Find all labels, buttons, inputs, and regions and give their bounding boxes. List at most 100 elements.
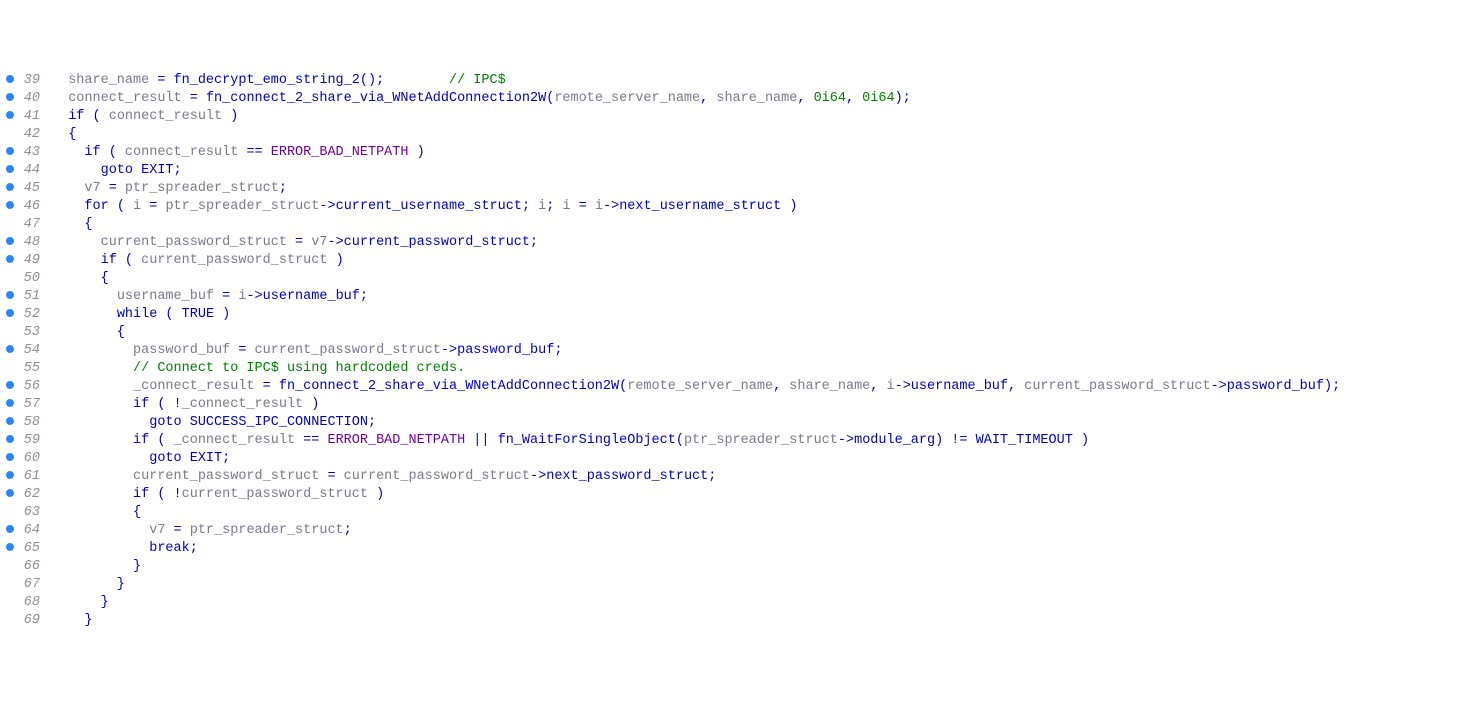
code-line[interactable]: v7 = ptr_spreader_struct; (52, 522, 1457, 540)
code-line[interactable]: v7 = ptr_spreader_struct; (52, 180, 1457, 198)
code-line[interactable]: // Connect to IPC$ using hardcoded creds… (52, 360, 1457, 378)
token-var: current_password_struct (1024, 379, 1210, 394)
gutter-line[interactable]: 45 (0, 180, 48, 198)
gutter-line[interactable]: 67 (0, 576, 48, 594)
gutter-line[interactable]: 41 (0, 108, 48, 126)
breakpoint-icon[interactable] (0, 432, 16, 450)
gutter-line[interactable]: 65 (0, 540, 48, 558)
breakpoint-icon[interactable] (0, 522, 16, 540)
gutter-line[interactable]: 68 (0, 594, 48, 612)
gutter-line[interactable]: 59 (0, 432, 48, 450)
gutter-line[interactable]: 40 (0, 90, 48, 108)
gutter-line[interactable]: 62 (0, 486, 48, 504)
code-line[interactable]: _connect_result = fn_connect_2_share_via… (52, 378, 1457, 396)
breakpoint-icon[interactable] (0, 144, 16, 162)
code-line[interactable]: { (52, 270, 1457, 288)
code-pane[interactable]: share_name = fn_decrypt_emo_string_2(); … (48, 72, 1457, 630)
gutter-line[interactable]: 60 (0, 450, 48, 468)
token-op: ) != (935, 433, 976, 448)
gutter-line[interactable]: 51 (0, 288, 48, 306)
token-punc: ( ! (149, 397, 181, 412)
gutter-line[interactable]: 43 (0, 144, 48, 162)
gutter-line[interactable]: 64 (0, 522, 48, 540)
code-line[interactable]: connect_result = fn_connect_2_share_via_… (52, 90, 1457, 108)
code-line[interactable]: goto EXIT; (52, 162, 1457, 180)
gutter-line[interactable]: 54 (0, 342, 48, 360)
code-line[interactable]: } (52, 558, 1457, 576)
token-ws (52, 451, 149, 466)
breakpoint-icon[interactable] (0, 180, 16, 198)
breakpoint-icon[interactable] (0, 162, 16, 180)
code-line[interactable]: break; (52, 540, 1457, 558)
token-kw: if (133, 487, 149, 502)
code-line[interactable]: goto EXIT; (52, 450, 1457, 468)
breakpoint-icon[interactable] (0, 450, 16, 468)
gutter-line[interactable]: 63 (0, 504, 48, 522)
code-line[interactable]: { (52, 504, 1457, 522)
gutter-line[interactable]: 61 (0, 468, 48, 486)
code-line[interactable]: } (52, 594, 1457, 612)
token-id: username_buf (911, 379, 1008, 394)
line-number: 57 (16, 396, 48, 414)
breakpoint-icon[interactable] (0, 378, 16, 396)
breakpoint-icon[interactable] (0, 234, 16, 252)
breakpoint-icon[interactable] (0, 288, 16, 306)
breakpoint-icon[interactable] (0, 198, 16, 216)
breakpoint-icon[interactable] (0, 306, 16, 324)
code-line[interactable]: { (52, 324, 1457, 342)
code-line[interactable]: { (52, 216, 1457, 234)
gutter-line[interactable]: 53 (0, 324, 48, 342)
code-line[interactable]: { (52, 126, 1457, 144)
token-id: next_username_struct (619, 199, 781, 214)
code-line[interactable]: password_buf = current_password_struct->… (52, 342, 1457, 360)
breakpoint-icon[interactable] (0, 342, 16, 360)
code-line[interactable]: if ( !_connect_result ) (52, 396, 1457, 414)
code-line[interactable]: share_name = fn_decrypt_emo_string_2(); … (52, 72, 1457, 90)
gutter-line[interactable]: 48 (0, 234, 48, 252)
breakpoint-icon[interactable] (0, 252, 16, 270)
code-line[interactable]: username_buf = i->username_buf; (52, 288, 1457, 306)
gutter-line[interactable]: 44 (0, 162, 48, 180)
gutter-line[interactable]: 55 (0, 360, 48, 378)
code-line[interactable]: current_password_struct = current_passwo… (52, 468, 1457, 486)
line-number: 51 (16, 288, 48, 306)
gutter-line[interactable]: 56 (0, 378, 48, 396)
breakpoint-icon[interactable] (0, 108, 16, 126)
gutter-line[interactable]: 58 (0, 414, 48, 432)
gutter-line[interactable]: 39 (0, 72, 48, 90)
breakpoint-icon[interactable] (0, 486, 16, 504)
token-punc: , (846, 91, 862, 106)
gutter-line[interactable]: 46 (0, 198, 48, 216)
gutter-line[interactable]: 52 (0, 306, 48, 324)
code-line[interactable]: if ( connect_result == ERROR_BAD_NETPATH… (52, 144, 1457, 162)
code-line[interactable]: } (52, 612, 1457, 630)
line-number: 60 (16, 450, 48, 468)
breakpoint-icon[interactable] (0, 396, 16, 414)
token-punc: { (52, 325, 125, 340)
breakpoint-icon[interactable] (0, 90, 16, 108)
code-line[interactable]: goto SUCCESS_IPC_CONNECTION; (52, 414, 1457, 432)
gutter-line[interactable]: 50 (0, 270, 48, 288)
breakpoint-icon[interactable] (0, 72, 16, 90)
gutter-line[interactable]: 42 (0, 126, 48, 144)
code-line[interactable]: for ( i = ptr_spreader_struct->current_u… (52, 198, 1457, 216)
token-kw: break (149, 541, 190, 556)
code-line[interactable]: while ( TRUE ) (52, 306, 1457, 324)
gutter-line[interactable]: 57 (0, 396, 48, 414)
breakpoint-icon[interactable] (0, 540, 16, 558)
token-var: v7 (149, 523, 165, 538)
breakpoint-icon[interactable] (0, 414, 16, 432)
line-number: 45 (16, 180, 48, 198)
token-punc: ( (84, 109, 108, 124)
code-line[interactable]: if ( current_password_struct ) (52, 252, 1457, 270)
breakpoint-icon[interactable] (0, 468, 16, 486)
code-line[interactable]: if ( _connect_result == ERROR_BAD_NETPAT… (52, 432, 1457, 450)
code-line[interactable]: if ( !current_password_struct ) (52, 486, 1457, 504)
gutter-line[interactable]: 69 (0, 612, 48, 630)
gutter-line[interactable]: 49 (0, 252, 48, 270)
code-line[interactable]: } (52, 576, 1457, 594)
code-line[interactable]: if ( connect_result ) (52, 108, 1457, 126)
gutter-line[interactable]: 66 (0, 558, 48, 576)
gutter-line[interactable]: 47 (0, 216, 48, 234)
code-line[interactable]: current_password_struct = v7->current_pa… (52, 234, 1457, 252)
